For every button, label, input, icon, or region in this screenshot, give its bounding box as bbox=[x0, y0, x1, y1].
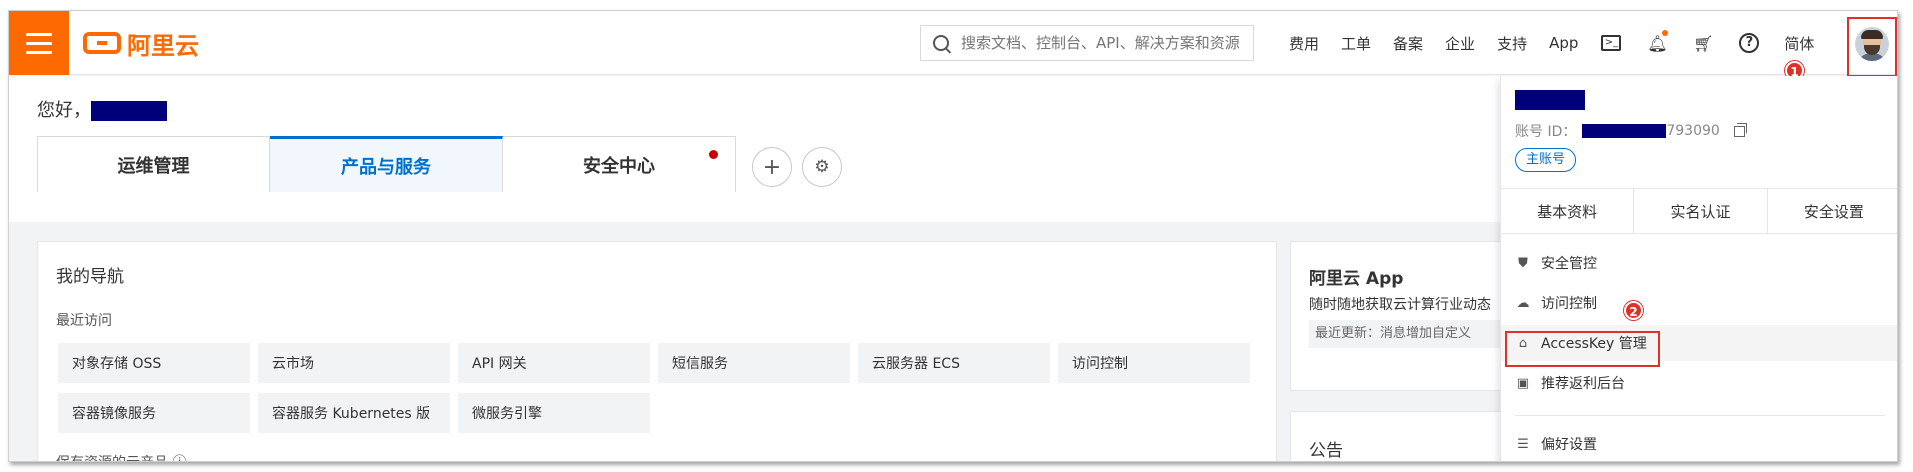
tab-real-name-auth[interactable]: 实名认证 bbox=[1634, 189, 1768, 233]
main-account-badge: 主账号 bbox=[1515, 148, 1577, 172]
card-title: 我的导航 bbox=[56, 267, 124, 287]
account-dropdown: 账号 ID： 793090 主账号 基本资料 实名认证 安全设置 ⛊ 安全管控 … bbox=[1500, 76, 1897, 461]
tab-label: 运维管理 bbox=[117, 155, 190, 177]
logo-mark-icon bbox=[83, 32, 121, 54]
top-header: 阿里云 费用 工单 备案 企业 支持 App >_ 🔔︎ 🛒︎ ? 简体 bbox=[9, 11, 1897, 77]
nav-enterprise[interactable]: 企业 bbox=[1445, 33, 1475, 54]
recent-item[interactable]: 容器镜像服务 bbox=[58, 393, 250, 433]
copy-icon[interactable] bbox=[1733, 122, 1747, 137]
notice-title: 公告 bbox=[1309, 441, 1343, 461]
menu-item-label: 安全管控 bbox=[1541, 256, 1597, 272]
redacted-username bbox=[91, 101, 167, 121]
hamburger-line bbox=[26, 32, 52, 36]
hamburger-line bbox=[26, 50, 52, 54]
recent-item[interactable]: 容器服务 Kubernetes 版 bbox=[258, 393, 450, 433]
greeting-text: 您好， bbox=[37, 100, 91, 121]
app-card: 阿里云 App 随时随地获取云计算行业动态 最近更新：消息增加自定义 bbox=[1290, 241, 1559, 391]
terminal-icon[interactable]: >_ bbox=[1600, 32, 1622, 54]
account-id: 账号 ID： 793090 bbox=[1515, 121, 1747, 141]
recent-grid: 对象存储 OSS 云市场 API 网关 短信服务 云服务器 ECS 访问控制 容… bbox=[58, 343, 1250, 433]
global-search[interactable] bbox=[920, 25, 1254, 61]
menu-divider bbox=[1515, 415, 1885, 416]
recent-item[interactable]: 云服务器 ECS bbox=[858, 343, 1050, 383]
help-icon[interactable]: ? bbox=[1738, 32, 1760, 54]
tab-products[interactable]: 产品与服务 bbox=[270, 136, 503, 192]
app-card-desc: 随时随地获取云计算行业动态 bbox=[1309, 297, 1491, 313]
redacted-account-id bbox=[1582, 124, 1667, 138]
owned-resources-label: 保有资源的云产品 ⓘ bbox=[56, 452, 186, 461]
recent-item[interactable]: 云市场 bbox=[258, 343, 450, 383]
tab-security-settings[interactable]: 安全设置 bbox=[1768, 189, 1897, 233]
recent-label: 最近访问 bbox=[56, 313, 112, 329]
menu-item-referral[interactable]: ▣ 推荐返利后台 bbox=[1501, 365, 1897, 401]
nav-fees[interactable]: 费用 bbox=[1289, 33, 1319, 54]
settings-button[interactable]: ⚙ bbox=[802, 147, 842, 187]
redacted-account-name bbox=[1515, 90, 1585, 110]
recent-item[interactable]: 对象存储 OSS bbox=[58, 343, 250, 383]
book-icon: ▣ bbox=[1516, 375, 1530, 391]
tab-basic-info[interactable]: 基本资料 bbox=[1501, 189, 1635, 233]
workspace-tabs: 运维管理 产品与服务 安全中心 bbox=[37, 136, 736, 192]
recent-item[interactable]: 微服务引擎 bbox=[458, 393, 650, 433]
search-input[interactable] bbox=[961, 34, 1241, 52]
aliyun-logo[interactable]: 阿里云 bbox=[83, 28, 199, 60]
greeting-area: 您好， 运维管理 产品与服务 安全中心 + ⚙ bbox=[9, 76, 1502, 222]
search-icon bbox=[933, 35, 949, 51]
add-tab-button[interactable]: + bbox=[752, 147, 792, 187]
menu-item-label: 偏好设置 bbox=[1541, 437, 1597, 453]
hamburger-line bbox=[26, 41, 52, 45]
menu-item-preferences[interactable]: ☰ 偏好设置 bbox=[1501, 426, 1897, 461]
avatar[interactable] bbox=[1855, 27, 1889, 61]
sliders-icon: ☰ bbox=[1517, 436, 1529, 452]
step-badge-2: 2 bbox=[1624, 301, 1643, 320]
top-nav: 费用 工单 备案 企业 支持 App >_ 🔔︎ 🛒︎ ? 简体 bbox=[1289, 11, 1836, 75]
recent-item[interactable]: 短信服务 bbox=[658, 343, 850, 383]
shield-icon: ⛊ bbox=[1518, 255, 1528, 271]
account-id-suffix: 793090 bbox=[1666, 123, 1720, 139]
account-id-label: 账号 ID： bbox=[1515, 124, 1577, 140]
nav-icp-filing[interactable]: 备案 bbox=[1393, 33, 1423, 54]
recent-item[interactable]: API 网关 bbox=[458, 343, 650, 383]
hamburger-menu-button[interactable] bbox=[9, 11, 69, 75]
language-switch[interactable]: 简体 bbox=[1784, 33, 1814, 54]
notice-card: 公告 bbox=[1290, 411, 1520, 461]
account-tabs: 基本资料 实名认证 安全设置 bbox=[1501, 188, 1897, 234]
avatar-highlight-box bbox=[1847, 17, 1897, 77]
alert-dot bbox=[709, 150, 718, 159]
bell-icon[interactable]: 🔔︎ bbox=[1646, 30, 1669, 54]
menu-item-label: 推荐返利后台 bbox=[1541, 376, 1625, 392]
cart-icon[interactable]: 🛒︎ bbox=[1692, 32, 1714, 54]
recent-item[interactable]: 访问控制 bbox=[1058, 343, 1250, 383]
app-card-title: 阿里云 App bbox=[1309, 269, 1404, 289]
logo-text: 阿里云 bbox=[127, 31, 199, 60]
menu-item-label: 访问控制 bbox=[1541, 296, 1597, 312]
tab-label: 安全中心 bbox=[583, 155, 655, 177]
nav-support[interactable]: 支持 bbox=[1497, 33, 1527, 54]
menu-item-access-control[interactable]: ☁ 访问控制 bbox=[1501, 285, 1897, 321]
greeting: 您好， bbox=[37, 96, 167, 122]
accesskey-highlight-box bbox=[1505, 331, 1660, 367]
notification-dot bbox=[1662, 30, 1669, 36]
my-navigation-card: 我的导航 最近访问 对象存储 OSS 云市场 API 网关 短信服务 云服务器 … bbox=[37, 241, 1277, 461]
tab-label: 产品与服务 bbox=[341, 156, 431, 178]
nav-app[interactable]: App bbox=[1549, 34, 1578, 52]
menu-item-security-control[interactable]: ⛊ 安全管控 bbox=[1501, 245, 1897, 281]
cloud-icon: ☁ bbox=[1516, 295, 1530, 311]
tab-security-center[interactable]: 安全中心 bbox=[503, 136, 736, 192]
tab-ops[interactable]: 运维管理 bbox=[37, 136, 270, 192]
browser-frame: 阿里云 费用 工单 备案 企业 支持 App >_ 🔔︎ 🛒︎ ? 简体 1 bbox=[8, 10, 1898, 462]
nav-tickets[interactable]: 工单 bbox=[1341, 33, 1371, 54]
